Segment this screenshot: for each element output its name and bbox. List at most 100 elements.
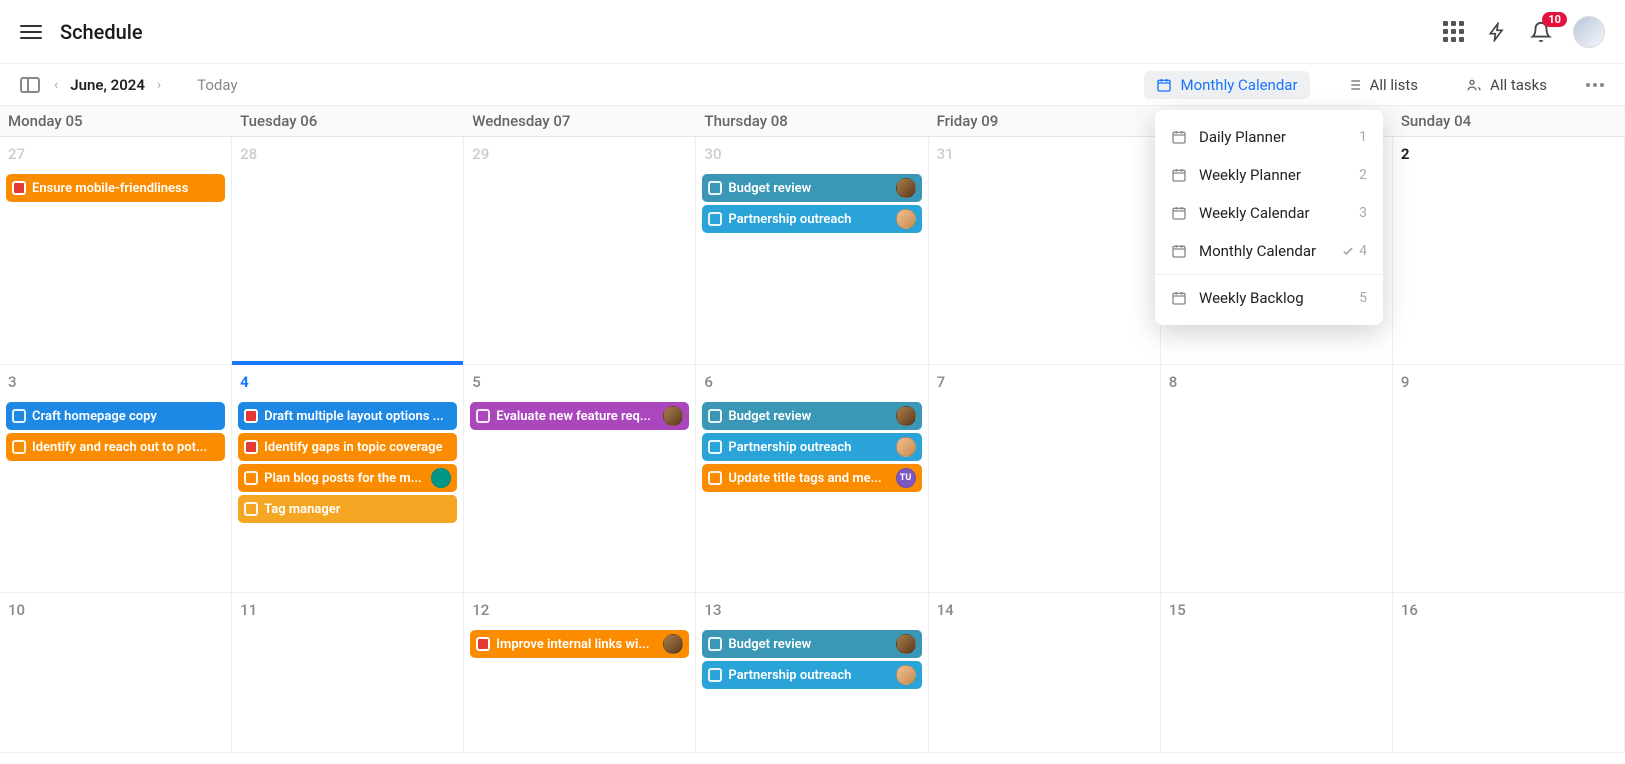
dropdown-separator xyxy=(1155,274,1383,275)
view-selector-label: Monthly Calendar xyxy=(1180,76,1297,94)
task-checkbox[interactable] xyxy=(708,181,722,195)
task-card[interactable]: Budget review xyxy=(702,402,921,430)
more-menu-icon[interactable] xyxy=(1583,73,1607,97)
task-label: Budget review xyxy=(728,637,889,652)
next-month-chevron-icon[interactable]: › xyxy=(155,77,163,93)
task-checkbox[interactable] xyxy=(12,440,26,454)
task-card[interactable]: Budget review xyxy=(702,630,921,658)
task-checkbox[interactable] xyxy=(12,409,26,423)
list-icon xyxy=(1346,77,1362,93)
calendar-toolbar: ‹ June, 2024 › Today Monthly Calendar Al… xyxy=(0,64,1625,106)
day-cell[interactable]: 2 xyxy=(1393,137,1625,364)
dropdown-item[interactable]: Daily Planner1 xyxy=(1155,118,1383,156)
task-checkbox[interactable] xyxy=(476,637,490,651)
day-cell[interactable]: 9 xyxy=(1393,365,1625,592)
task-checkbox[interactable] xyxy=(244,440,258,454)
day-cell[interactable]: 12Improve internal links wi... xyxy=(464,593,696,752)
day-number: 2 xyxy=(1397,141,1620,171)
day-cell[interactable]: 6Budget reviewPartnership outreachUpdate… xyxy=(696,365,928,592)
task-checkbox[interactable] xyxy=(708,637,722,651)
task-card[interactable]: Identify gaps in topic coverage xyxy=(238,433,457,461)
task-label: Craft homepage copy xyxy=(32,409,219,424)
prev-month-chevron-icon[interactable]: ‹ xyxy=(52,77,60,93)
task-label: Tag manager xyxy=(264,502,451,517)
day-cell[interactable]: 11 xyxy=(232,593,464,752)
day-number: 11 xyxy=(236,597,459,627)
dropdown-item[interactable]: Monthly Calendar4 xyxy=(1155,232,1383,270)
day-cell[interactable]: 28 xyxy=(232,137,464,364)
lightning-icon[interactable] xyxy=(1485,20,1509,44)
day-cell[interactable]: 5Evaluate new feature req... xyxy=(464,365,696,592)
all-lists-button[interactable]: All lists xyxy=(1334,71,1431,99)
view-selector-button[interactable]: Monthly Calendar xyxy=(1144,71,1309,99)
day-cell[interactable]: 14 xyxy=(929,593,1161,752)
task-checkbox[interactable] xyxy=(708,212,722,226)
task-card[interactable]: Budget review xyxy=(702,174,921,202)
day-number: 15 xyxy=(1165,597,1388,627)
task-checkbox[interactable] xyxy=(476,409,490,423)
task-card[interactable]: Evaluate new feature req... xyxy=(470,402,689,430)
task-label: Partnership outreach xyxy=(728,440,889,455)
day-cell[interactable]: 3 Craft homepage copy Identify and reach o… xyxy=(0,365,232,592)
day-number: 14 xyxy=(933,597,1156,627)
all-tasks-button[interactable]: All tasks xyxy=(1454,71,1559,99)
day-header: Sunday 04 xyxy=(1393,106,1625,136)
day-cell[interactable]: 16 xyxy=(1393,593,1625,752)
dropdown-item-shortcut: 3 xyxy=(1359,205,1367,221)
task-checkbox[interactable] xyxy=(244,471,258,485)
dropdown-item-shortcut: 2 xyxy=(1359,167,1367,183)
all-tasks-label: All tasks xyxy=(1490,76,1547,94)
panel-toggle-icon[interactable] xyxy=(18,73,42,97)
day-number: 8 xyxy=(1165,369,1388,399)
day-cell[interactable]: 31 xyxy=(929,137,1161,364)
day-cell[interactable]: 27Ensure mobile-friendliness xyxy=(0,137,232,364)
top-bar: Schedule 10 xyxy=(0,0,1625,64)
task-card[interactable]: Identify and reach out to pot... xyxy=(6,433,225,461)
apps-icon[interactable] xyxy=(1441,20,1465,44)
menu-button[interactable] xyxy=(20,21,42,43)
task-card[interactable]: Update title tags and me...TU xyxy=(702,464,921,492)
task-card[interactable]: Partnership outreach xyxy=(702,661,921,689)
day-number: 29 xyxy=(468,141,691,171)
dropdown-item[interactable]: Weekly Backlog5 xyxy=(1155,279,1383,317)
task-card[interactable]: Plan blog posts for the m... xyxy=(238,464,457,492)
task-checkbox[interactable] xyxy=(12,181,26,195)
dropdown-item-label: Weekly Calendar xyxy=(1199,204,1347,222)
task-card[interactable]: Ensure mobile-friendliness xyxy=(6,174,225,202)
dropdown-item-shortcut: 4 xyxy=(1341,243,1367,259)
task-card[interactable]: Craft homepage copy xyxy=(6,402,225,430)
today-button[interactable]: Today xyxy=(197,76,237,94)
task-card[interactable]: Improve internal links wi... xyxy=(470,630,689,658)
view-selector-dropdown: Daily Planner1Weekly Planner2Weekly Cale… xyxy=(1155,110,1383,325)
task-label: Budget review xyxy=(728,181,889,196)
task-checkbox[interactable] xyxy=(708,471,722,485)
day-cell[interactable]: 8 xyxy=(1161,365,1393,592)
task-card[interactable]: Partnership outreach xyxy=(702,433,921,461)
task-checkbox[interactable] xyxy=(708,668,722,682)
task-card[interactable]: Tag manager xyxy=(238,495,457,523)
task-checkbox[interactable] xyxy=(244,502,258,516)
day-cell[interactable]: 10 xyxy=(0,593,232,752)
day-cell[interactable]: 4Draft multiple layout options ...Identi… xyxy=(232,365,464,592)
day-cell[interactable]: 30Budget reviewPartnership outreach xyxy=(696,137,928,364)
assignee-avatar xyxy=(896,665,916,685)
dropdown-item[interactable]: Weekly Calendar 3 xyxy=(1155,194,1383,232)
task-card[interactable]: Draft multiple layout options ... xyxy=(238,402,457,430)
dropdown-item[interactable]: Weekly Planner2 xyxy=(1155,156,1383,194)
user-avatar[interactable] xyxy=(1573,16,1605,48)
day-cell[interactable]: 29 xyxy=(464,137,696,364)
notifications-icon[interactable]: 10 xyxy=(1529,20,1553,44)
day-number: 10 xyxy=(4,597,227,627)
day-cell[interactable]: 7 xyxy=(929,365,1161,592)
task-checkbox[interactable] xyxy=(708,409,722,423)
task-checkbox[interactable] xyxy=(244,409,258,423)
month-label[interactable]: June, 2024 xyxy=(70,76,145,94)
day-cell[interactable]: 15 xyxy=(1161,593,1393,752)
day-number: 3 xyxy=(4,369,227,399)
day-number: 31 xyxy=(933,141,1156,171)
day-number: 28 xyxy=(236,141,459,171)
page-title: Schedule xyxy=(60,20,143,44)
task-checkbox[interactable] xyxy=(708,440,722,454)
task-card[interactable]: Partnership outreach xyxy=(702,205,921,233)
day-cell[interactable]: 13Budget reviewPartnership outreach xyxy=(696,593,928,752)
